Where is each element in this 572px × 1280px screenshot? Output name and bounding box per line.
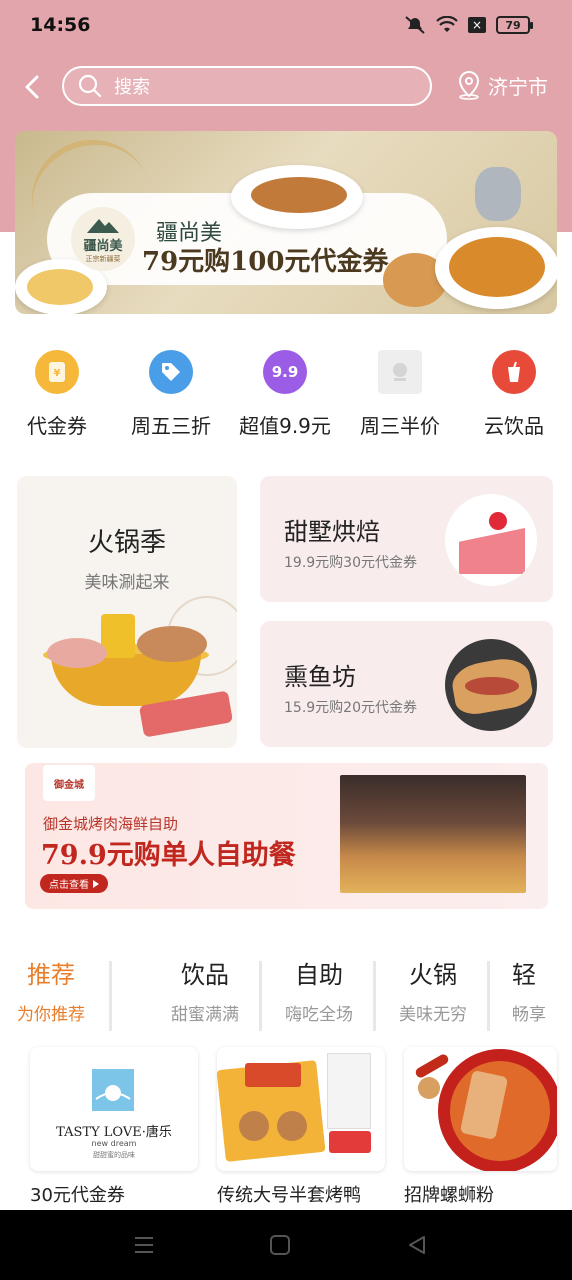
view-button[interactable]: 点击查看 — [40, 874, 108, 893]
menu-button[interactable] — [131, 1232, 157, 1258]
chevron-left-icon — [25, 75, 39, 99]
tasty-love-logo: TASTY LOVE·唐乐 new dream 甜甜蜜的品味 — [30, 1047, 198, 1171]
home-icon — [270, 1235, 290, 1255]
fish-subtitle: 15.9元购20元代金券 — [284, 700, 417, 716]
teapot-image — [475, 167, 521, 221]
tag-icon — [149, 350, 193, 394]
price-99-icon: 9.9 — [263, 350, 307, 394]
category-tabs: 推荐 为你推荐 饮品 甜蜜满满 自助 嗨吃全场 火锅 美味无穷 轻 畅享 — [0, 955, 572, 1035]
hotpot-title: 火锅季 — [87, 528, 166, 558]
search-icon — [78, 74, 102, 98]
category-drink[interactable]: 云饮品 — [459, 350, 569, 439]
tab-drinks[interactable]: 饮品 甜蜜满满 — [148, 955, 262, 1031]
product-card[interactable]: TASTY LOVE·唐乐 new dream 甜甜蜜的品味 30元代金券 — [30, 1047, 198, 1207]
nav-back-button[interactable] — [404, 1232, 430, 1258]
category-wednesday[interactable]: 周三半价 — [345, 350, 455, 439]
svg-text:¥: ¥ — [54, 368, 61, 379]
search-input[interactable]: 搜索 — [62, 66, 432, 106]
mountain-logo-icon — [87, 218, 119, 233]
city-selector[interactable]: 济宁市 — [456, 70, 548, 100]
product-card[interactable]: 传统大号半套烤鸭 — [217, 1047, 385, 1207]
bakery-title: 甜墅烘焙 — [284, 518, 380, 546]
status-icons: × 79 — [404, 14, 533, 36]
buffet-photo — [340, 775, 526, 893]
sim-off-icon: × — [468, 17, 486, 33]
coupon-icon: ¥ — [35, 350, 79, 394]
tab-hotpot[interactable]: 火锅 美味无穷 — [376, 955, 490, 1031]
fish-title: 熏鱼坊 — [284, 663, 356, 691]
category-friday[interactable]: 周五三折 — [116, 350, 226, 439]
menu-icon — [135, 1237, 153, 1253]
system-nav-bar — [0, 1210, 572, 1280]
play-arrow-icon — [93, 879, 99, 888]
category-99[interactable]: 9.9 超值9.9元 — [230, 350, 340, 439]
bakery-card[interactable]: 甜墅烘焙 19.9元购30元代金券 — [260, 476, 553, 602]
hotpot-subtitle: 美味涮起来 — [84, 573, 170, 593]
product-card[interactable]: 招牌螺蛳粉 — [404, 1047, 557, 1207]
chicken-dish-image — [449, 237, 545, 297]
fish-card[interactable]: 熏鱼坊 15.9元购20元代金券 — [260, 621, 553, 747]
sun-logo-icon — [92, 1069, 134, 1111]
skewer-image — [251, 177, 347, 213]
drink-icon — [492, 350, 536, 394]
product-name: 招牌螺蛳粉 — [404, 1185, 494, 1206]
wifi-icon — [436, 15, 458, 35]
tab-light[interactable]: 轻 畅享 — [490, 955, 572, 1025]
category-grid: ¥ 代金券 周五三折 9.9 超值9.9元 周三半价 云饮品 — [0, 350, 572, 450]
battery-icon: 79 — [496, 16, 533, 34]
location-pin-icon — [458, 70, 480, 100]
tab-recommend[interactable]: 推荐 为你推荐 — [0, 955, 112, 1031]
noodle-image — [27, 269, 93, 305]
hotpot-card[interactable]: 火锅季 美味涮起来 — [17, 476, 237, 748]
bakery-subtitle: 19.9元购30元代金券 — [284, 555, 417, 571]
promo-banner[interactable]: 疆尚美 正宗新疆菜 疆尚美 79元购100元代金券 — [15, 131, 557, 314]
search-placeholder: 搜索 — [114, 77, 150, 98]
half-price-icon — [378, 350, 422, 394]
home-button[interactable] — [267, 1232, 293, 1258]
tab-buffet[interactable]: 自助 嗨吃全场 — [262, 955, 376, 1031]
triangle-back-icon — [409, 1236, 425, 1254]
buffet-name: 御金城烤肉海鲜自助 — [43, 815, 179, 833]
product-name: 传统大号半套烤鸭 — [217, 1185, 361, 1206]
category-coupon[interactable]: ¥ 代金券 — [2, 350, 112, 439]
banner-deal: 79元购100元代金券 — [142, 247, 389, 277]
cake-image — [445, 494, 537, 586]
product-name: 30元代金券 — [30, 1185, 125, 1206]
buffet-logo: 御金城 — [43, 765, 95, 801]
mute-icon — [404, 15, 426, 35]
luosifen-image — [404, 1047, 557, 1171]
status-time: 14:56 — [30, 14, 91, 36]
back-button[interactable] — [18, 72, 46, 102]
buffet-deal: 79.9元购单人自助餐 — [41, 840, 296, 871]
brand-logo: 疆尚美 正宗新疆菜 — [71, 207, 135, 271]
buffet-banner[interactable]: 御金城 御金城烤肉海鲜自助 79.9元购单人自助餐 点击查看 — [25, 763, 548, 909]
wrap-image — [445, 639, 537, 731]
roast-duck-image — [217, 1047, 385, 1171]
status-bar: 14:56 × 79 — [0, 0, 572, 52]
city-label: 济宁市 — [488, 74, 548, 99]
